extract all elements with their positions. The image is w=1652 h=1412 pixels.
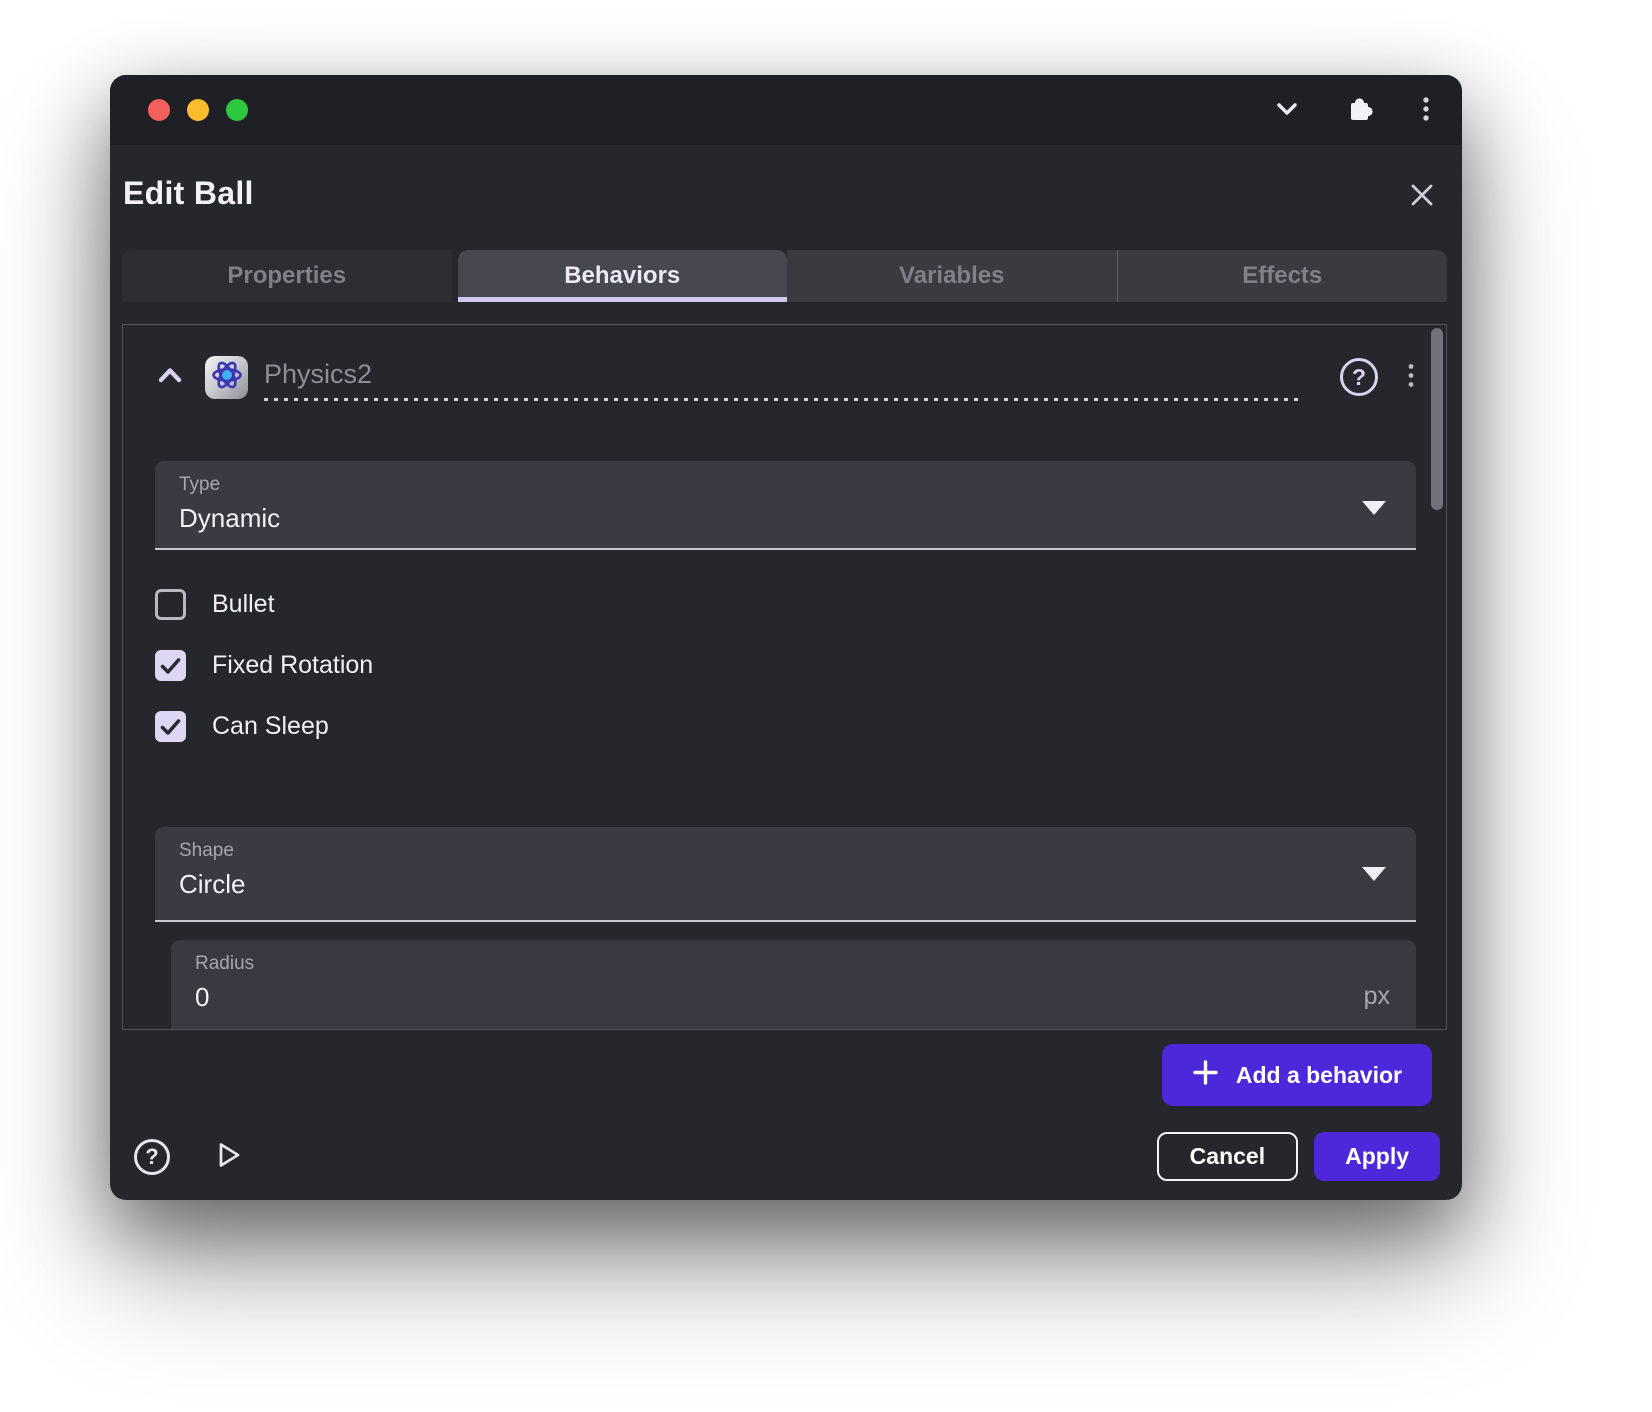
plus-icon <box>1192 1059 1219 1092</box>
physics-behavior-icon <box>205 356 248 399</box>
checkbox-label: Fixed Rotation <box>212 651 373 680</box>
window-titlebar <box>110 75 1462 145</box>
tab-behaviors[interactable]: Behaviors <box>458 250 788 302</box>
behavior-options-button[interactable] <box>1406 362 1416 393</box>
edit-ball-window: Edit Ball Properties Behaviors Variables… <box>110 75 1462 1200</box>
behavior-help-button[interactable]: ? <box>1340 358 1378 396</box>
atom-icon <box>209 357 245 398</box>
behavior-name-input[interactable]: Physics2 <box>264 359 1304 401</box>
checkbox-icon <box>155 711 186 742</box>
page-title: Edit Ball <box>123 175 254 212</box>
dialog-header: Edit Ball <box>110 145 1462 214</box>
cancel-button[interactable]: Cancel <box>1157 1132 1298 1181</box>
radius-label: Radius <box>195 953 1390 975</box>
apply-button[interactable]: Apply <box>1314 1132 1440 1181</box>
physics-flags: Bullet Fixed Rotation Can Sleep <box>155 574 1416 757</box>
type-label: Type <box>179 474 1390 496</box>
chevron-down-icon <box>1362 867 1386 881</box>
chevron-down-icon <box>1362 501 1386 515</box>
close-dialog-button[interactable] <box>1406 179 1438 214</box>
behaviors-panel: Physics2 ? Type Dynamic Bullet <box>122 324 1447 1030</box>
chevron-up-icon <box>155 361 185 394</box>
checkbox-label: Bullet <box>212 590 275 619</box>
titlebar-actions <box>1272 94 1432 127</box>
bullet-checkbox[interactable]: Bullet <box>155 574 1416 635</box>
fixed-rotation-checkbox[interactable]: Fixed Rotation <box>155 635 1416 696</box>
radius-input[interactable]: Radius 0 px <box>171 940 1416 1030</box>
radius-value: 0 <box>195 982 1390 1013</box>
radius-unit: px <box>1364 982 1390 1011</box>
add-behavior-row: Add a behavior <box>110 1044 1432 1106</box>
preview-button[interactable] <box>212 1139 244 1174</box>
footer-icons: ? <box>134 1139 244 1175</box>
question-mark-icon: ? <box>145 1144 158 1170</box>
behavior-name: Physics2 <box>264 359 1304 390</box>
type-value: Dynamic <box>179 503 1390 534</box>
play-icon <box>212 1139 244 1174</box>
add-behavior-label: Add a behavior <box>1236 1062 1402 1089</box>
collapse-behavior-button[interactable] <box>155 361 185 394</box>
puzzle-piece-icon <box>1346 94 1376 127</box>
checkbox-icon <box>155 650 186 681</box>
tab-effects[interactable]: Effects <box>1118 250 1448 302</box>
scrollbar-thumb[interactable] <box>1431 328 1443 510</box>
behavior-header: Physics2 ? <box>155 351 1416 403</box>
chevron-down-icon <box>1272 94 1302 127</box>
zoom-window-button[interactable] <box>226 99 248 121</box>
shape-value: Circle <box>179 869 1390 900</box>
question-mark-icon: ? <box>1352 364 1366 391</box>
type-select[interactable]: Type Dynamic <box>155 461 1416 550</box>
minimize-window-button[interactable] <box>187 99 209 121</box>
tab-variables[interactable]: Variables <box>787 250 1118 302</box>
help-button[interactable]: ? <box>134 1139 170 1175</box>
dialog-footer: ? Cancel Apply <box>134 1132 1440 1181</box>
can-sleep-checkbox[interactable]: Can Sleep <box>155 696 1416 757</box>
shape-select[interactable]: Shape Circle <box>155 827 1416 922</box>
footer-buttons: Cancel Apply <box>1157 1132 1440 1181</box>
extensions-button[interactable] <box>1346 94 1376 127</box>
add-behavior-button[interactable]: Add a behavior <box>1162 1044 1432 1106</box>
tab-properties[interactable]: Properties <box>122 250 452 302</box>
shape-label: Shape <box>179 840 1390 862</box>
close-window-button[interactable] <box>148 99 170 121</box>
collapse-toolbar-button[interactable] <box>1272 94 1302 127</box>
traffic-lights <box>148 99 248 121</box>
kebab-menu-icon <box>1420 94 1432 127</box>
close-icon <box>1406 199 1438 214</box>
checkbox-label: Can Sleep <box>212 712 329 741</box>
browser-menu-button[interactable] <box>1420 94 1432 127</box>
kebab-menu-icon <box>1406 362 1416 393</box>
checkbox-icon <box>155 589 186 620</box>
dialog-tabs: Properties Behaviors Variables Effects <box>122 250 1447 302</box>
